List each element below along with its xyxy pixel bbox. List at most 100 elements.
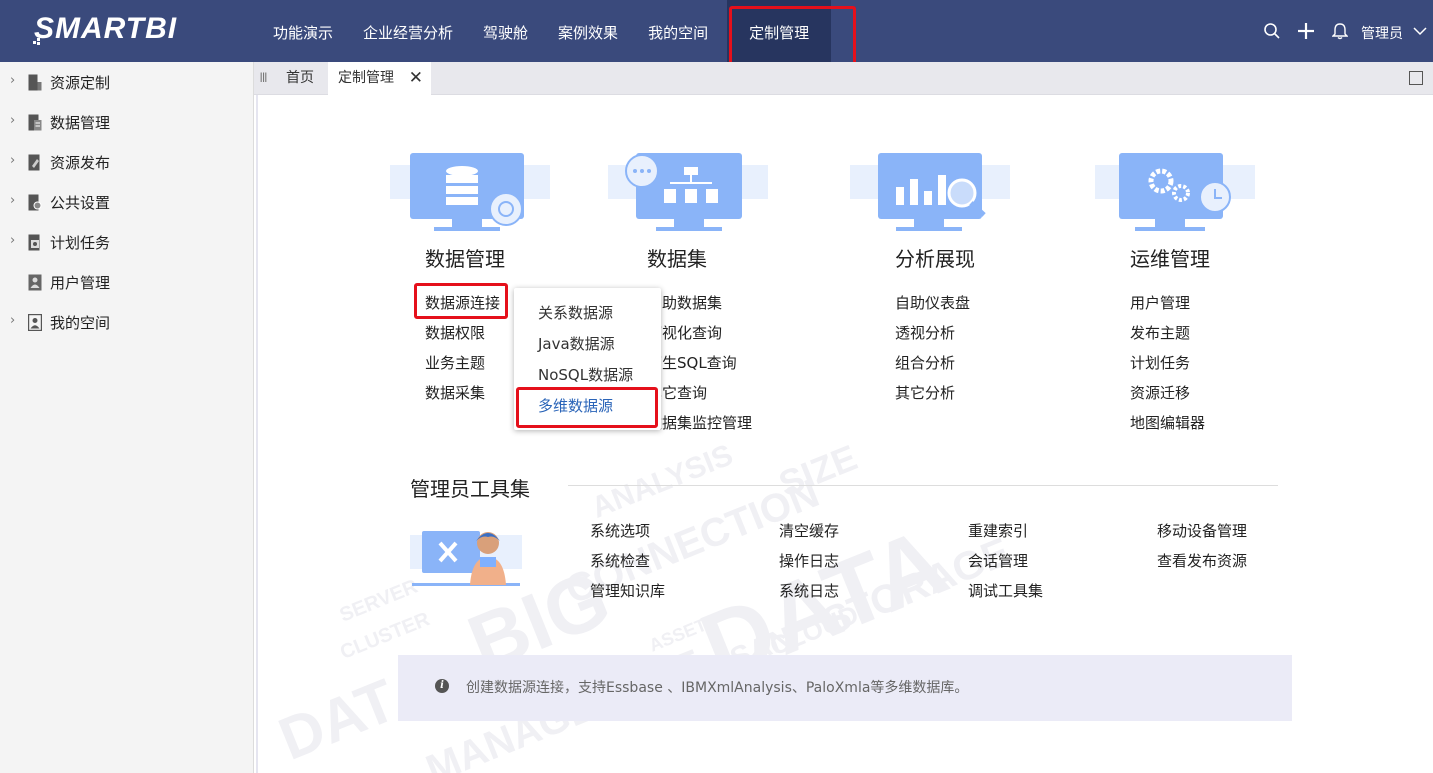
link-dataset-monitor[interactable]: 数据集监控管理	[647, 413, 752, 443]
admin-tools-illustration-icon	[410, 531, 522, 586]
sidebar-item-data-manage[interactable]: › 数据管理	[0, 102, 253, 142]
module-data-manage	[390, 153, 590, 239]
link-system-options[interactable]: 系统选项	[590, 521, 665, 551]
maximize-icon[interactable]	[1409, 71, 1423, 85]
sidebar-item-my-space[interactable]: › 我的空间	[0, 302, 253, 342]
chevron-right-icon[interactable]: ›	[10, 74, 18, 87]
link-visual-query[interactable]: 可视化查询	[647, 323, 752, 353]
link-rebuild-index[interactable]: 重建索引	[968, 521, 1043, 551]
highlight-box-datasource	[414, 283, 508, 319]
module-title: 数据集	[647, 247, 707, 271]
sidebar-item-publish[interactable]: › 资源发布	[0, 142, 253, 182]
menu-item-relational[interactable]: 关系数据源	[514, 298, 661, 329]
sidebar-item-label: 用户管理	[50, 274, 111, 292]
module-links: 自助仪表盘 透视分析 组合分析 其它分析	[895, 293, 970, 413]
settings-icon	[28, 194, 42, 211]
add-icon[interactable]	[1289, 0, 1323, 62]
divider	[568, 485, 1278, 486]
resource-custom-icon	[28, 74, 42, 91]
menu-item-java[interactable]: Java数据源	[514, 329, 661, 360]
highlight-box-multidim	[516, 387, 658, 428]
module-title: 运维管理	[1130, 247, 1210, 271]
info-icon: i	[435, 679, 449, 693]
nav-item-my-space[interactable]: 我的空间	[633, 0, 723, 62]
admin-tools-title: 管理员工具集	[410, 477, 530, 501]
sidebar-item-public-settings[interactable]: › 公共设置	[0, 182, 253, 222]
tab-label: 定制管理	[338, 70, 394, 86]
chevron-right-icon[interactable]: ›	[10, 314, 18, 327]
watermark-word: DAT	[269, 666, 406, 773]
schedule-icon	[28, 234, 40, 251]
link-mobile-device[interactable]: 移动设备管理	[1157, 521, 1247, 551]
user-menu[interactable]: 管理员	[1361, 19, 1403, 43]
link-self-dataset[interactable]: 自助数据集	[647, 293, 752, 323]
highlight-box-nav	[729, 6, 856, 65]
link-pivot[interactable]: 透视分析	[895, 323, 970, 353]
link-dashboard[interactable]: 自助仪表盘	[895, 293, 970, 323]
top-bar: SMARTBI 功能演示 企业经营分析 驾驶舱 案例效果 我的空间 定制管理 管…	[0, 0, 1433, 65]
link-other-query[interactable]: 其它查询	[647, 383, 752, 413]
close-icon[interactable]: ✕	[409, 62, 423, 95]
info-bar: i 创建数据源连接，支持Essbase 、IBMXmlAnalysis、Palo…	[398, 655, 1292, 721]
link-schedule[interactable]: 计划任务	[1130, 353, 1205, 383]
sidebar-item-label: 资源发布	[50, 154, 111, 172]
nav-item-enterprise[interactable]: 企业经营分析	[348, 0, 468, 62]
tab-home[interactable]: 首页	[276, 62, 324, 95]
link-business-topic[interactable]: 业务主题	[425, 353, 500, 383]
app-logo[interactable]: SMARTBI	[34, 12, 177, 46]
link-operation-log[interactable]: 操作日志	[779, 551, 839, 581]
link-other-analysis[interactable]: 其它分析	[895, 383, 970, 413]
drag-handle-icon[interactable]: lll	[254, 62, 272, 95]
user-manage-icon	[28, 274, 42, 291]
nav-item-demo[interactable]: 功能演示	[258, 0, 348, 62]
link-publish-topic[interactable]: 发布主题	[1130, 323, 1205, 353]
nav-item-cases[interactable]: 案例效果	[543, 0, 633, 62]
link-native-sql[interactable]: 原生SQL查询	[647, 353, 752, 383]
module-title: 数据管理	[425, 247, 505, 271]
info-text: 创建数据源连接，支持Essbase 、IBMXmlAnalysis、PaloXm…	[466, 680, 969, 696]
link-system-log[interactable]: 系统日志	[779, 581, 839, 611]
link-session-manage[interactable]: 会话管理	[968, 551, 1043, 581]
tab-bar: lll 首页 定制管理 ✕	[254, 62, 1433, 95]
admin-tools-column: 重建索引 会话管理 调试工具集	[968, 521, 1043, 611]
module-dataset	[608, 153, 808, 239]
chevron-right-icon[interactable]: ›	[10, 114, 18, 127]
admin-tools-column: 移动设备管理 查看发布资源	[1157, 521, 1247, 581]
analysis-illustration-icon	[850, 153, 1010, 231]
search-icon[interactable]	[1255, 0, 1289, 62]
module-title: 分析展现	[895, 247, 975, 271]
chevron-right-icon[interactable]: ›	[10, 154, 18, 167]
link-knowledge-base[interactable]: 管理知识库	[590, 581, 665, 611]
link-system-check[interactable]: 系统检查	[590, 551, 665, 581]
module-links: 自助数据集 可视化查询 原生SQL查询 其它查询 数据集监控管理	[647, 293, 752, 443]
link-combined[interactable]: 组合分析	[895, 353, 970, 383]
link-map-editor[interactable]: 地图编辑器	[1130, 413, 1205, 443]
link-data-permission[interactable]: 数据权限	[425, 323, 500, 353]
module-ops	[1095, 153, 1295, 239]
sidebar-item-user-manage[interactable]: 用户管理	[0, 262, 253, 302]
sidebar-item-label: 数据管理	[50, 114, 111, 132]
link-published-resources[interactable]: 查看发布资源	[1157, 551, 1247, 581]
chevron-right-icon[interactable]: ›	[10, 234, 18, 247]
sidebar-item-resource-custom[interactable]: › 资源定制	[0, 62, 253, 102]
sidebar: › 资源定制 › 数据管理 › 资源发布 › 公共设置 › 计划任务 用户管理 …	[0, 62, 254, 773]
top-right-tools: 管理员	[1255, 0, 1433, 62]
ops-illustration-icon	[1095, 153, 1255, 231]
data-manage-illustration-icon	[390, 153, 550, 231]
chevron-down-icon[interactable]	[1407, 0, 1433, 62]
tab-custom-manage[interactable]: 定制管理 ✕	[328, 62, 431, 95]
link-migration[interactable]: 资源迁移	[1130, 383, 1205, 413]
link-user-manage[interactable]: 用户管理	[1130, 293, 1205, 323]
module-analysis	[850, 153, 1050, 239]
sidebar-item-schedule[interactable]: › 计划任务	[0, 222, 253, 262]
main-content: ANALYSIS SIZE CONNECTION DATA BIG STORAG…	[256, 95, 1433, 773]
bell-icon[interactable]	[1323, 0, 1357, 62]
chevron-right-icon[interactable]: ›	[10, 194, 18, 207]
link-clear-cache[interactable]: 清空缓存	[779, 521, 839, 551]
sidebar-item-label: 我的空间	[50, 314, 111, 332]
sidebar-item-label: 资源定制	[50, 74, 111, 92]
nav-item-cockpit[interactable]: 驾驶舱	[468, 0, 543, 62]
link-data-collection[interactable]: 数据采集	[425, 383, 500, 413]
data-manage-icon	[28, 114, 42, 131]
link-debug-tools[interactable]: 调试工具集	[968, 581, 1043, 611]
